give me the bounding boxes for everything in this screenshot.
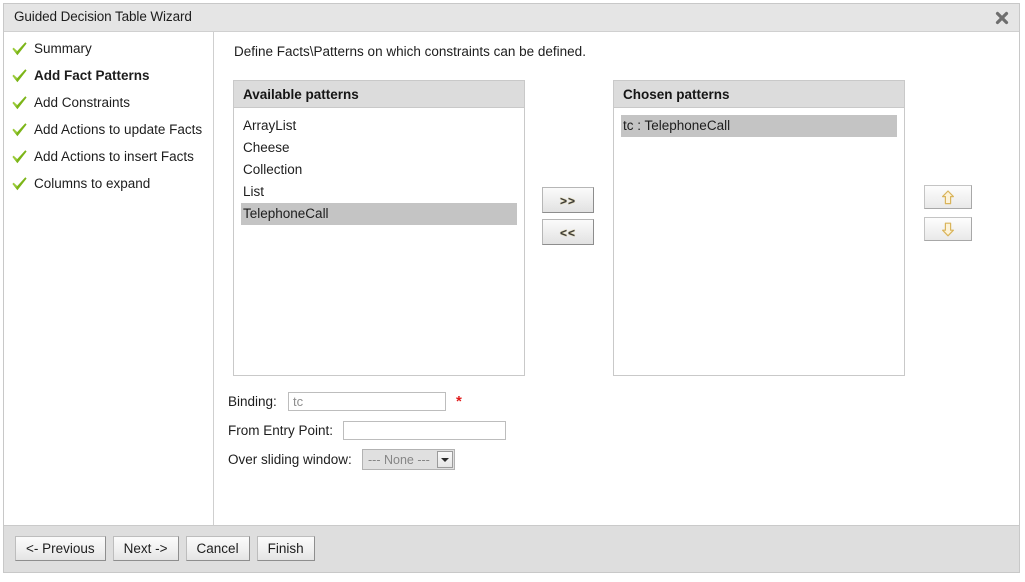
cancel-button[interactable]: Cancel [185,536,250,561]
footer-button-group: <- Previous Next -> Cancel Finish [15,536,315,561]
sidebar-item-label: Add Fact Patterns [34,68,150,83]
sliding-window-select[interactable]: --- None --- [362,449,455,470]
instruction-text: Define Facts\Patterns on which constrain… [234,44,586,59]
chosen-patterns-panel: Chosen patterns tc : TelephoneCall [613,80,905,376]
list-item[interactable]: Collection [241,159,517,181]
wizard-dialog: Guided Decision Table Wizard Summary Add… [3,3,1020,573]
sidebar-item-add-actions-insert-facts[interactable]: Add Actions to insert Facts [4,143,213,170]
binding-row: Binding: * [228,387,506,416]
check-icon [11,149,28,164]
pattern-details-form: Binding: * From Entry Point: Over slidin… [228,387,506,474]
sidebar-item-add-actions-update-facts[interactable]: Add Actions to update Facts [4,116,213,143]
check-icon [11,95,28,110]
sliding-window-row: Over sliding window: --- None --- [228,445,506,474]
list-item[interactable]: TelephoneCall [241,203,517,225]
chevron-down-icon [436,451,453,468]
entry-point-row: From Entry Point: [228,416,506,445]
list-item[interactable]: Cheese [241,137,517,159]
dialog-title: Guided Decision Table Wizard [14,9,192,24]
sidebar-item-add-fact-patterns[interactable]: Add Fact Patterns [4,62,213,89]
move-up-button[interactable] [924,185,972,209]
binding-required-marker: * [456,393,462,410]
wizard-steps-sidebar: Summary Add Fact Patterns Add Constraint… [4,32,214,525]
sidebar-item-summary[interactable]: Summary [4,35,213,62]
dialog-titlebar: Guided Decision Table Wizard [4,4,1019,32]
sidebar-item-label: Summary [34,41,92,56]
finish-button[interactable]: Finish [256,536,315,561]
available-patterns-header: Available patterns [234,81,524,108]
available-patterns-panel: Available patterns ArrayList Cheese Coll… [233,80,525,376]
next-button[interactable]: Next -> [112,536,179,561]
arrow-up-icon [941,189,955,205]
entry-point-input[interactable] [343,421,506,440]
transfer-buttons: >> << [542,187,594,251]
wizard-step-content: Define Facts\Patterns on which constrain… [215,32,1019,525]
sidebar-item-label: Add Constraints [34,95,131,110]
move-down-button[interactable] [924,217,972,241]
available-patterns-list[interactable]: ArrayList Cheese Collection List Telepho… [234,108,524,375]
add-pattern-button[interactable]: >> [542,187,594,213]
sidebar-item-label: Columns to expand [34,176,151,191]
arrow-down-icon [941,222,955,237]
remove-pattern-button[interactable]: << [542,219,594,245]
reorder-buttons [924,185,972,249]
sidebar-item-add-constraints[interactable]: Add Constraints [4,89,213,116]
previous-button[interactable]: <- Previous [15,536,106,561]
binding-label: Binding: [228,394,277,409]
list-item[interactable]: tc : TelephoneCall [621,115,897,137]
list-item[interactable]: List [241,181,517,203]
check-icon [11,122,28,137]
dialog-body: Summary Add Fact Patterns Add Constraint… [4,32,1019,525]
chosen-patterns-header: Chosen patterns [614,81,904,108]
binding-input[interactable] [288,392,446,411]
sidebar-item-label: Add Actions to insert Facts [34,149,194,164]
dialog-footer: <- Previous Next -> Cancel Finish [4,525,1019,572]
list-item[interactable]: ArrayList [241,115,517,137]
sliding-window-value: --- None --- [368,452,430,467]
sidebar-item-label: Add Actions to update Facts [34,122,203,137]
check-icon [11,68,28,83]
entry-point-label: From Entry Point: [228,423,334,438]
close-icon[interactable] [992,8,1012,28]
check-icon [11,176,28,191]
sidebar-item-columns-to-expand[interactable]: Columns to expand [4,170,213,197]
sliding-window-label: Over sliding window: [228,452,352,467]
check-icon [11,41,28,56]
chosen-patterns-list[interactable]: tc : TelephoneCall [614,108,904,375]
